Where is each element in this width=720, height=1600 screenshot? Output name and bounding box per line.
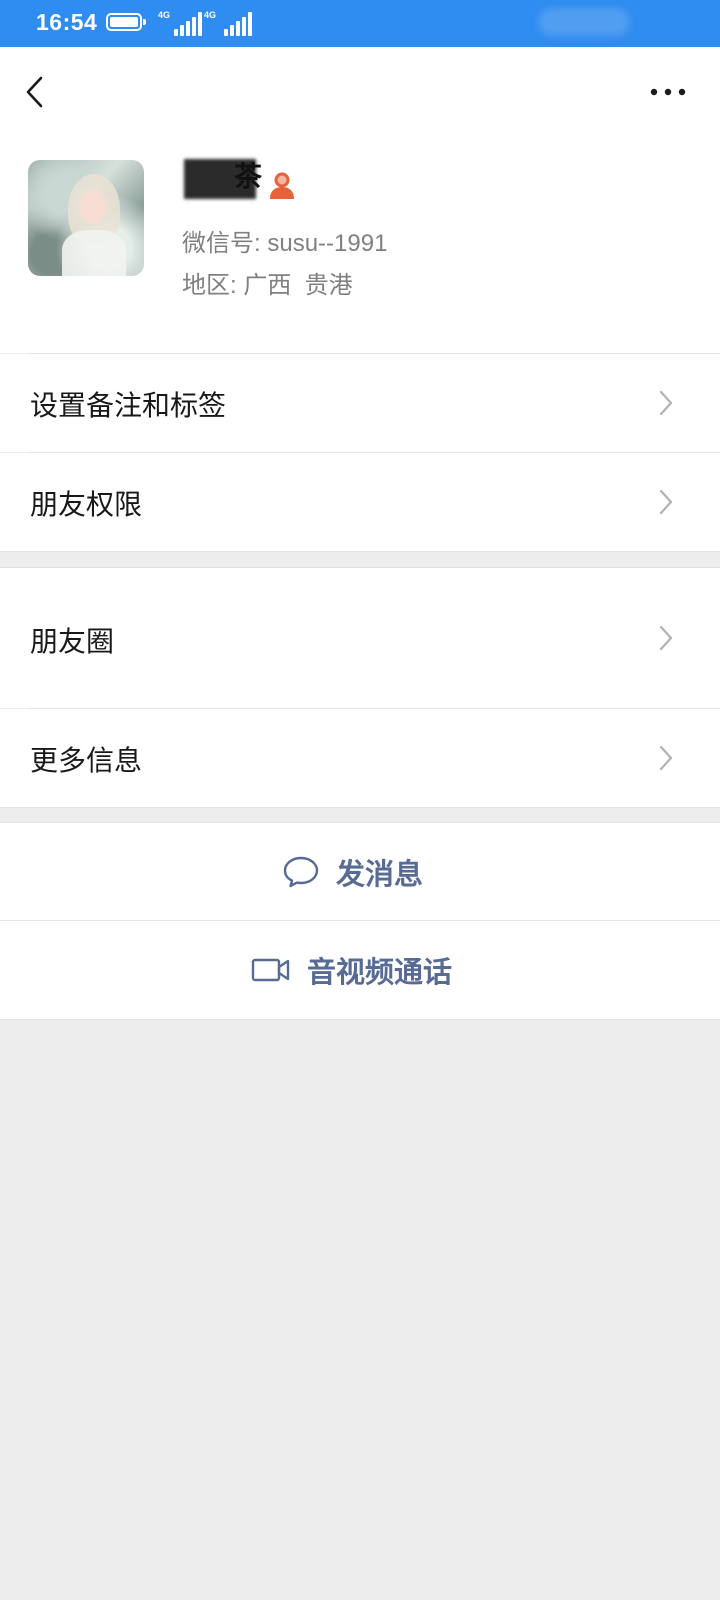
av-call-button[interactable]: 音视频通话 [0,921,720,1019]
chevron-right-icon [659,390,673,416]
moments-cell[interactable]: 朋友圈 [0,568,720,708]
status-bar: 16:54 4G 4G [0,0,720,47]
region-value: 广西 贵港 [243,272,353,299]
more-info-label: 更多信息 [30,744,143,777]
network-type-2: 4G [204,10,217,20]
wechat-id-label: 微信号: [182,230,268,257]
group-separator [0,551,720,552]
chevron-right-icon [659,745,673,771]
avatar[interactable] [28,160,144,276]
signal-icon-2: 4G [204,10,252,36]
moments-label: 朋友圈 [30,625,115,658]
send-message-label: 发消息 [336,857,424,891]
region-label: 地区: [182,272,244,299]
group-separator [0,807,720,808]
region-line: 地区: 广西 贵港 [182,265,353,300]
remark-tags-cell[interactable]: 设置备注和标签 [0,354,720,452]
chevron-right-icon [659,625,673,651]
redacted-area [538,8,630,36]
more-dots-icon[interactable] [648,80,688,104]
battery-icon [106,13,146,31]
wechat-id-value: susu--1991 [267,230,388,257]
av-call-label: 音视频通话 [307,955,453,989]
chevron-left-icon[interactable] [22,72,52,112]
friend-permissions-label: 朋友权限 [30,488,143,521]
video-camera-icon [251,958,290,982]
nickname-area: 茶 [184,155,262,205]
group-separator [0,1019,720,1020]
chevron-right-icon [659,489,673,515]
send-message-button[interactable]: 发消息 [0,823,720,921]
network-type-1: 4G [158,10,171,20]
friend-permissions-cell[interactable]: 朋友权限 [0,453,720,551]
top-nav-bar [0,47,720,137]
remark-tags-label: 设置备注和标签 [30,389,227,422]
wechat-id-line: 微信号: susu--1991 [182,223,387,258]
more-info-cell[interactable]: 更多信息 [0,709,720,807]
nickname: 茶 [234,160,263,193]
signal-icon-1: 4G [158,10,202,36]
female-user-icon [270,172,294,199]
chat-bubble-icon [283,856,319,888]
status-time: 16:54 [36,9,98,35]
